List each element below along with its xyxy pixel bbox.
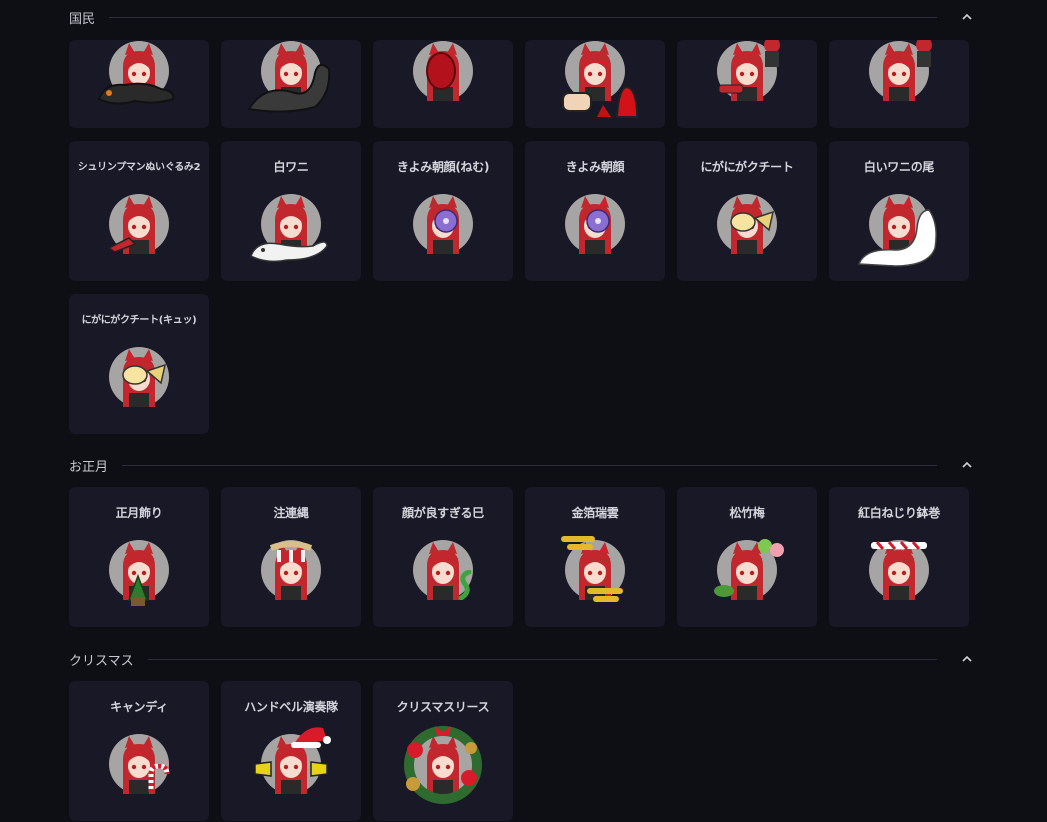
section-title: クリスマス [69,653,134,669]
decoration-card[interactable]: 正月飾り [69,487,209,627]
card-label: 正月飾り [115,506,163,520]
chevron-up-icon[interactable] [959,651,975,667]
decoration-card[interactable] [69,40,209,128]
kadomatsu-icon [127,574,149,606]
divider [147,658,937,660]
chevron-up-icon[interactable] [959,457,975,473]
decoration-card[interactable]: きよみ朝顔 [525,141,665,281]
morning-glory-icon [586,209,610,233]
avatar [254,727,331,794]
white-tail-icon [857,209,937,267]
decoration-card[interactable]: きよみ朝顔(ねむ) [373,141,513,281]
avatar [562,41,639,118]
mawile-icon [730,210,775,232]
card-label: 松竹梅 [729,506,765,520]
card-label: キャンディ [110,700,168,714]
avatar [250,194,328,263]
gray-crocodile-icon [247,63,331,113]
morning-glory-icon [434,209,458,233]
red-mini-character-icon [718,84,744,94]
decoration-card[interactable]: 白いワニの尾 [829,141,969,281]
avatar [404,726,482,804]
avatar [869,540,929,600]
red-creature-icon [426,52,456,90]
decoration-card[interactable]: 顔が良すぎる巳 [373,487,513,627]
mawile-icon [122,363,167,385]
decoration-card[interactable] [677,40,817,128]
divider [122,464,937,466]
decoration-card[interactable]: にがにがクチート [677,141,817,281]
card-label: 白いワニの尾 [863,160,935,174]
divider [109,16,937,18]
card-label: 白ワニ [273,160,309,174]
decoration-card[interactable]: クリスマスリース [373,681,513,821]
decoration-card[interactable]: 紅白ねじり鉢巻 [829,487,969,627]
decoration-card[interactable]: 松竹梅 [677,487,817,627]
white-crocodile-icon [250,241,328,263]
avatar [261,540,321,600]
avatar [857,194,937,267]
shimenawa-icon [269,541,313,562]
avatar [869,40,932,101]
section-title: 国民 [69,11,96,27]
decoration-card[interactable]: 白ワニ [221,141,361,281]
card-label: 金箔瑞雲 [571,506,619,520]
gold-cloud-icon [561,536,623,602]
decoration-card[interactable]: 注連縄 [221,487,361,627]
headband-icon [871,541,927,550]
section-title: お正月 [69,459,109,475]
card-label: 注連縄 [273,506,309,520]
handbell-icon [310,761,328,777]
red-mini-character-icon [916,40,932,67]
decoration-card[interactable]: ハンドベル演奏隊 [221,681,361,821]
decoration-card[interactable]: キャンディ [69,681,209,821]
christmas-wreath-icon [404,726,482,804]
decoration-card[interactable]: にがにがクチート(キュッ) [69,294,209,434]
shrimp-plush-icon [107,237,137,252]
decoration-card[interactable]: 金箔瑞雲 [525,487,665,627]
avatar [413,194,473,254]
card-label: ハンドベル演奏隊 [244,700,338,714]
card-label: 紅白ねじり鉢巻 [858,506,940,520]
decoration-card[interactable] [221,40,361,128]
avatar [97,41,175,105]
avatar [247,41,331,113]
black-crocodile-icon [97,82,175,105]
chevron-up-icon[interactable] [959,9,975,25]
santa-hat-icon [291,727,331,748]
handbell-icon [254,761,272,777]
pine-icon [714,585,734,597]
avatar [565,194,625,254]
decoration-card[interactable]: シュリンプマンぬいぐるみ2 [69,141,209,281]
green-snake-icon [458,570,472,600]
card-label: クリスマスリース [396,700,490,714]
decoration-card[interactable] [829,40,969,128]
avatar [413,41,473,101]
avatar [107,194,169,254]
avatar [413,540,473,600]
card-label: にがにがクチート [700,160,794,174]
hand-and-red-blob-icon [562,85,639,118]
plum-blossom-icon [758,539,784,557]
section-header-christmas: クリスマス [69,649,975,669]
card-label: シュリンプマンぬいぐるみ2 [77,162,201,173]
avatar [714,539,784,600]
avatar [717,194,777,254]
avatar [109,347,169,407]
card-label: 顔が良すぎる巳 [402,506,484,520]
section-header-kokumin: 国民 [69,7,975,27]
card-label: にがにがクチート(キュッ) [81,315,197,326]
avatar [109,734,170,794]
avatar [561,536,625,602]
card-label: きよみ朝顔(ねむ) [396,160,490,174]
candy-cane-icon [148,764,170,792]
decoration-card[interactable] [373,40,513,128]
red-mini-character-icon [764,40,780,67]
decoration-card[interactable] [525,40,665,128]
avatar [717,40,780,101]
avatar [109,540,169,606]
card-label: きよみ朝顔 [565,160,625,174]
section-header-oshogatsu: お正月 [69,455,975,475]
